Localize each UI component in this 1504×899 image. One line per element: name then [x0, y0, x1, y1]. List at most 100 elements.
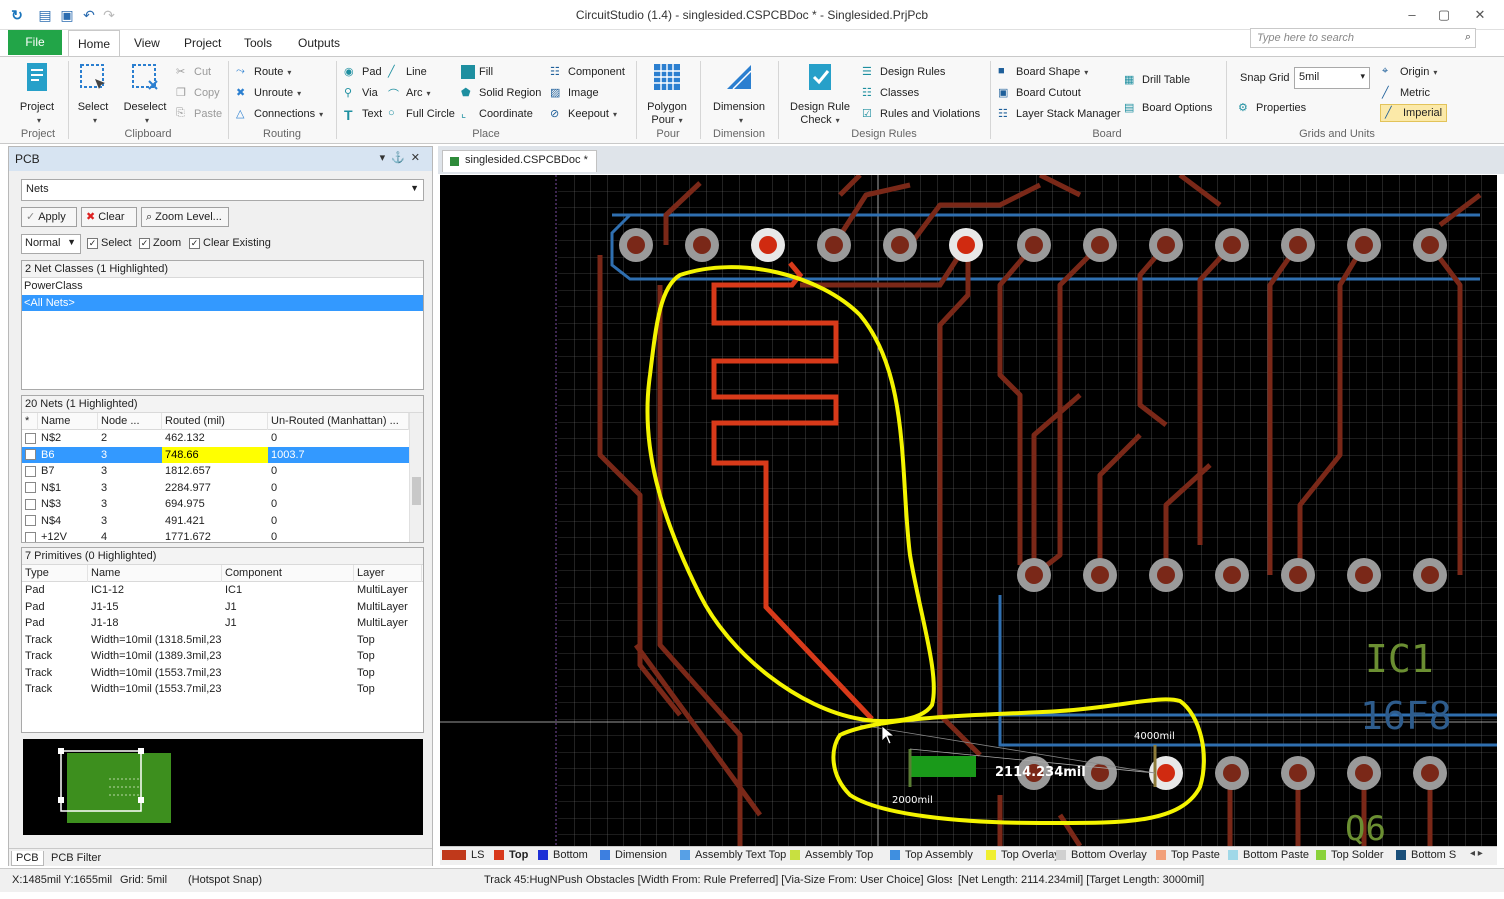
- row-checkbox[interactable]: [22, 513, 38, 530]
- pcb-canvas[interactable]: IC1 16F8 Q6 2114.234mil 4000mil 2000mil: [440, 175, 1497, 846]
- column-header[interactable]: *: [22, 413, 38, 430]
- tab-home[interactable]: Home: [68, 30, 120, 56]
- layer-scroll-arrows[interactable]: ◂ ▸: [1470, 848, 1483, 859]
- via-button[interactable]: ⚲ Via: [344, 84, 378, 102]
- tab-view[interactable]: View: [128, 30, 166, 56]
- layer-tab-top-assembly[interactable]: Top Assembly: [890, 849, 973, 861]
- clear-existing-checkbox[interactable]: ✓ Clear Existing: [189, 237, 271, 249]
- filter-combo[interactable]: Nets ▼: [21, 179, 424, 201]
- layer-tab-assembly-text-top[interactable]: Assembly Text Top: [680, 849, 786, 861]
- layer-tab-bottom[interactable]: Bottom: [538, 849, 588, 861]
- classes-button[interactable]: ☷ Classes: [862, 84, 919, 102]
- tab-outputs[interactable]: Outputs: [292, 30, 346, 56]
- column-header[interactable]: Name: [38, 413, 98, 430]
- row-checkbox[interactable]: [22, 430, 38, 447]
- copy-button[interactable]: ❐ Copy: [176, 84, 220, 102]
- tab-pcb[interactable]: PCB: [11, 851, 44, 866]
- cut-button[interactable]: ✂ Cut: [176, 63, 211, 81]
- table-row[interactable]: Track Width=10mil (1318.5mil,23 Top: [22, 632, 423, 649]
- unroute-button[interactable]: ✖ Unroute ▾: [236, 84, 301, 102]
- layer-tab-ls[interactable]: LS: [442, 849, 484, 861]
- layer-stack-button[interactable]: ☷ Layer Stack Manager: [998, 105, 1121, 123]
- arc-button[interactable]: ⌒ Arc ▾: [388, 84, 431, 102]
- apply-button[interactable]: ✓ Apply: [21, 207, 77, 227]
- table-row[interactable]: Pad IC1-12 IC1 MultiLayer: [22, 582, 423, 599]
- table-row[interactable]: B6 3 748.66 1003.7: [22, 446, 423, 463]
- layer-tab-top[interactable]: Top: [494, 849, 528, 861]
- rules-violations-button[interactable]: ☑ Rules and Violations: [862, 105, 980, 123]
- board-cutout-button[interactable]: ▣ Board Cutout: [998, 84, 1081, 102]
- list-item[interactable]: PowerClass: [22, 278, 423, 295]
- close-button[interactable]: ✕: [1466, 5, 1494, 25]
- column-header[interactable]: Node ...: [98, 413, 162, 430]
- table-row[interactable]: +12V 4 1771.672 0: [22, 529, 423, 542]
- project-button[interactable]: Project ▾: [14, 61, 60, 127]
- column-header[interactable]: Routed (mil): [162, 413, 268, 430]
- properties-button[interactable]: ⚙ Properties: [1238, 99, 1306, 117]
- tab-singlesided-pcbdoc[interactable]: singlesided.CSPCBDoc *: [442, 150, 597, 172]
- board-shape-button[interactable]: ■ Board Shape ▾: [998, 63, 1088, 81]
- design-rule-check-button[interactable]: Design Rule Check ▾: [784, 61, 856, 127]
- connections-button[interactable]: △ Connections ▾: [236, 105, 323, 123]
- row-checkbox[interactable]: [22, 463, 38, 480]
- origin-button[interactable]: ⌖ Origin ▾: [1382, 63, 1437, 81]
- layer-tab-bottom-overlay[interactable]: Bottom Overlay: [1056, 849, 1147, 861]
- minimize-button[interactable]: –: [1398, 5, 1426, 25]
- table-row[interactable]: Track Width=10mil (1389.3mil,23 Top: [22, 648, 423, 665]
- nets-scrollbar[interactable]: [409, 413, 423, 542]
- component-button[interactable]: ☷ Component: [550, 63, 625, 81]
- table-row[interactable]: Track Width=10mil (1553.7mil,23 Top: [22, 681, 423, 698]
- row-checkbox[interactable]: [22, 496, 38, 513]
- board-minimap[interactable]: [23, 739, 423, 835]
- tab-tools[interactable]: Tools: [238, 30, 278, 56]
- row-checkbox[interactable]: [22, 529, 38, 542]
- table-row[interactable]: Pad J1-18 J1 MultiLayer: [22, 615, 423, 632]
- column-header[interactable]: Un-Routed (Manhattan) ...: [268, 413, 409, 430]
- line-button[interactable]: ╱ Line: [388, 63, 427, 81]
- keepout-button[interactable]: ⊘ Keepout ▾: [550, 105, 617, 123]
- column-header[interactable]: Type: [22, 565, 88, 582]
- drill-table-button[interactable]: ▦ Drill Table: [1124, 71, 1190, 89]
- list-item[interactable]: <All Nets>: [22, 294, 423, 311]
- search-input[interactable]: Type here to search ⌕: [1250, 28, 1476, 48]
- zoom-checkbox[interactable]: ✓ Zoom: [139, 237, 181, 249]
- tab-pcb-filter[interactable]: PCB Filter: [47, 851, 105, 866]
- column-header[interactable]: Name: [88, 565, 222, 582]
- layer-tab-top-overlay[interactable]: Top Overlay: [986, 849, 1060, 861]
- table-row[interactable]: Pad J1-15 J1 MultiLayer: [22, 599, 423, 616]
- metric-button[interactable]: ╱ Metric: [1382, 84, 1430, 102]
- panel-header-buttons[interactable]: ▾⚓✕: [380, 151, 426, 164]
- fill-button[interactable]: Fill: [461, 63, 493, 81]
- dimension-button[interactable]: Dimension ▾: [706, 61, 772, 127]
- select-checkbox[interactable]: ✓ Select: [87, 237, 132, 249]
- maximize-button[interactable]: ▢: [1430, 5, 1458, 25]
- tab-project[interactable]: Project: [178, 30, 227, 56]
- layer-tab-top-solder[interactable]: Top Solder: [1316, 849, 1384, 861]
- layer-tab-top-paste[interactable]: Top Paste: [1156, 849, 1220, 861]
- mode-combo[interactable]: Normal ▼: [21, 234, 81, 254]
- paste-button[interactable]: ⎘ Paste: [176, 105, 222, 123]
- zoom-level-button[interactable]: ⌕ Zoom Level...: [141, 207, 229, 227]
- coordinate-button[interactable]: ⌞ Coordinate: [461, 105, 533, 123]
- search-icon[interactable]: ⌕: [1465, 31, 1471, 44]
- board-options-button[interactable]: ▤ Board Options: [1124, 99, 1212, 117]
- column-header[interactable]: Layer: [354, 565, 422, 582]
- table-row[interactable]: N$1 3 2284.977 0: [22, 480, 423, 497]
- full-circle-button[interactable]: ○ Full Circle: [388, 105, 455, 123]
- column-header[interactable]: Component: [222, 565, 354, 582]
- solid-region-button[interactable]: ⬟ Solid Region: [461, 84, 541, 102]
- scroll-thumb[interactable]: [412, 477, 421, 505]
- select-button[interactable]: Select ▾: [72, 61, 114, 127]
- row-checkbox[interactable]: [22, 480, 38, 497]
- route-button[interactable]: ⤳ Route ▾: [236, 63, 291, 81]
- table-row[interactable]: N$2 2 462.132 0: [22, 430, 423, 447]
- table-row[interactable]: B7 3 1812.657 0: [22, 463, 423, 480]
- layer-tab-bottom-paste[interactable]: Bottom Paste: [1228, 849, 1309, 861]
- text-button[interactable]: T Text: [344, 105, 382, 123]
- clear-button[interactable]: ✖ Clear: [81, 207, 137, 227]
- imperial-button[interactable]: ╱ Imperial: [1380, 104, 1448, 122]
- image-button[interactable]: ▨ Image: [550, 84, 599, 102]
- pad-button[interactable]: ◉ Pad: [344, 63, 382, 81]
- deselect-button[interactable]: Deselect ▾: [120, 61, 170, 127]
- table-row[interactable]: Track Width=10mil (1553.7mil,23 Top: [22, 665, 423, 682]
